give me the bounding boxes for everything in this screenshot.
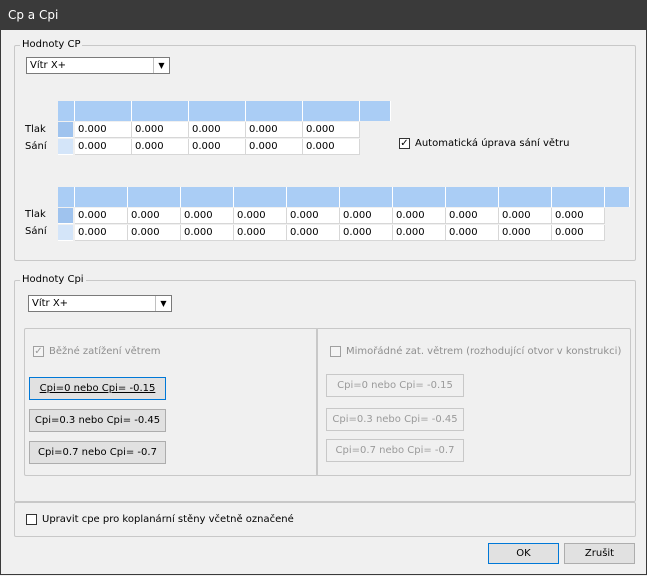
column-header[interactable] bbox=[605, 187, 630, 207]
normal-cpi-button-3[interactable]: Cpi=0.7 nebo Cpi= -0.7 bbox=[29, 441, 166, 464]
column-header[interactable] bbox=[287, 187, 340, 207]
column-header[interactable] bbox=[360, 101, 391, 121]
table-cell[interactable]: 0.000 bbox=[287, 225, 340, 241]
normal-cpi-button-2[interactable]: Cpi=0.3 nebo Cpi= -0.45 bbox=[29, 409, 166, 432]
column-header[interactable] bbox=[499, 187, 552, 207]
row-label-sani: Sání bbox=[25, 226, 47, 237]
row-label-tlak: Tlak bbox=[25, 124, 46, 135]
table-cell[interactable]: 0.000 bbox=[128, 225, 181, 241]
table-cell[interactable]: 0.000 bbox=[181, 208, 234, 224]
table-cell[interactable]: 0.000 bbox=[340, 208, 393, 224]
table-cell[interactable]: 0.000 bbox=[287, 208, 340, 224]
row-label-sani: Sání bbox=[25, 141, 47, 152]
chevron-down-icon[interactable]: ▼ bbox=[155, 296, 171, 311]
table-cell[interactable]: 0.000 bbox=[234, 208, 287, 224]
table-cell[interactable]: 0.000 bbox=[75, 225, 128, 241]
coplanar-label: Upravit cpe pro koplanární stěny včetně … bbox=[42, 514, 294, 525]
table-cell[interactable]: 0.000 bbox=[393, 225, 446, 241]
row-header[interactable] bbox=[58, 225, 73, 241]
table-cell[interactable]: 0.000 bbox=[393, 208, 446, 224]
normal-wind-checkbox[interactable]: ✓ bbox=[33, 346, 44, 357]
table-cell[interactable]: 0.000 bbox=[246, 139, 303, 155]
window-title: Cp a Cpi bbox=[8, 8, 59, 22]
table-cell[interactable]: 0.000 bbox=[552, 208, 605, 224]
table-cell[interactable]: 0.000 bbox=[303, 122, 360, 138]
chevron-down-icon[interactable]: ▼ bbox=[153, 58, 169, 73]
corner-header bbox=[58, 187, 75, 207]
auto-suction-checkbox[interactable]: ✓ bbox=[399, 138, 410, 149]
column-header[interactable] bbox=[128, 187, 181, 207]
cpi-wind-select-value: Vítr X+ bbox=[32, 298, 69, 309]
column-header[interactable] bbox=[340, 187, 393, 207]
cpi-group-legend: Hodnoty Cpi bbox=[20, 274, 86, 286]
column-header[interactable] bbox=[303, 101, 360, 121]
table-cell[interactable]: 0.000 bbox=[552, 225, 605, 241]
cpi-wind-select[interactable]: Vítr X+ ▼ bbox=[28, 295, 172, 312]
row-label-tlak: Tlak bbox=[25, 209, 46, 220]
corner-header bbox=[58, 101, 75, 121]
extraordinary-cpi-button-3[interactable]: Cpi=0.7 nebo Cpi= -0.7 bbox=[326, 439, 464, 462]
column-header[interactable] bbox=[181, 187, 234, 207]
coplanar-checkbox[interactable] bbox=[26, 514, 37, 525]
table-cell[interactable]: 0.000 bbox=[303, 139, 360, 155]
table-cell[interactable]: 0.000 bbox=[446, 225, 499, 241]
extraordinary-wind-checkbox[interactable] bbox=[330, 346, 341, 357]
column-header[interactable] bbox=[552, 187, 605, 207]
table-cell[interactable]: 0.000 bbox=[75, 208, 128, 224]
table-cell[interactable]: 0.000 bbox=[234, 225, 287, 241]
column-header[interactable] bbox=[189, 101, 246, 121]
dialog-body: Hodnoty CP Vítr X+ ▼ 0.000 0.000 0.000 0… bbox=[0, 30, 647, 575]
row-header[interactable] bbox=[58, 122, 73, 138]
normal-cpi-button-1[interactable]: Cpi=0 nebo Cpi= -0.15 bbox=[29, 377, 166, 400]
cp-wind-select[interactable]: Vítr X+ ▼ bbox=[26, 57, 170, 74]
normal-wind-label: Běžné zatížení větrem bbox=[49, 346, 161, 357]
extraordinary-cpi-button-1[interactable]: Cpi=0 nebo Cpi= -0.15 bbox=[326, 374, 464, 397]
column-header[interactable] bbox=[132, 101, 189, 121]
column-header[interactable] bbox=[393, 187, 446, 207]
column-header[interactable] bbox=[446, 187, 499, 207]
table-cell[interactable]: 0.000 bbox=[340, 225, 393, 241]
table-cell[interactable]: 0.000 bbox=[181, 225, 234, 241]
table-cell[interactable]: 0.000 bbox=[499, 208, 552, 224]
auto-suction-label: Automatická úprava sání větru bbox=[415, 138, 570, 149]
table-cell[interactable]: 0.000 bbox=[189, 139, 246, 155]
table-cell[interactable]: 0.000 bbox=[132, 122, 189, 138]
table-cell[interactable]: 0.000 bbox=[189, 122, 246, 138]
column-header[interactable] bbox=[234, 187, 287, 207]
extraordinary-cpi-button-2[interactable]: Cpi=0.3 nebo Cpi= -0.45 bbox=[326, 408, 464, 431]
ok-button[interactable]: OK bbox=[488, 543, 559, 564]
cancel-button[interactable]: Zrušit bbox=[564, 543, 635, 564]
table-cell[interactable]: 0.000 bbox=[446, 208, 499, 224]
table-cell[interactable]: 0.000 bbox=[499, 225, 552, 241]
table-cell[interactable]: 0.000 bbox=[132, 139, 189, 155]
cp-group-legend: Hodnoty CP bbox=[20, 39, 83, 51]
table-cell[interactable]: 0.000 bbox=[75, 122, 132, 138]
table-cell[interactable]: 0.000 bbox=[246, 122, 303, 138]
row-header[interactable] bbox=[58, 208, 73, 224]
cp-table-1: 0.000 0.000 0.000 0.000 0.000 0.000 0.00… bbox=[58, 101, 391, 159]
table-cell[interactable]: 0.000 bbox=[128, 208, 181, 224]
column-header[interactable] bbox=[75, 187, 128, 207]
table-cell[interactable]: 0.000 bbox=[75, 139, 132, 155]
title-bar: Cp a Cpi bbox=[0, 0, 647, 30]
cp-table-2: 0.000 0.000 0.000 0.000 0.000 0.000 0.00… bbox=[58, 187, 630, 247]
column-header[interactable] bbox=[75, 101, 132, 121]
row-header[interactable] bbox=[58, 139, 73, 155]
cp-wind-select-value: Vítr X+ bbox=[30, 60, 67, 71]
column-header[interactable] bbox=[246, 101, 303, 121]
extraordinary-wind-label: Mimořádné zat. větrem (rozhodující otvor… bbox=[346, 346, 622, 357]
